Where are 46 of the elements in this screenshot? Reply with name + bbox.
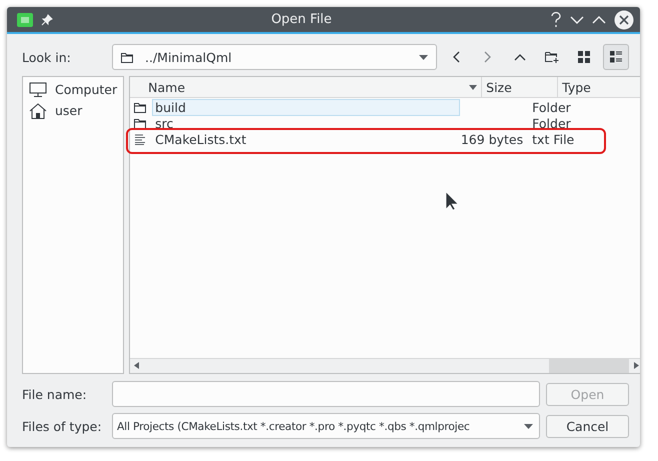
file-name-label: File name: xyxy=(22,386,88,402)
file-name: CMakeLists.txt xyxy=(154,130,248,148)
close-icon[interactable] xyxy=(614,10,634,30)
grid-icon xyxy=(578,51,590,63)
monitor-icon xyxy=(29,82,47,98)
file-row[interactable]: src Folder xyxy=(130,115,640,131)
file-type: txt File xyxy=(531,132,574,146)
horizontal-scrollbar[interactable] xyxy=(130,358,640,373)
file-row[interactable]: build Folder xyxy=(130,99,640,115)
file-size: 169 bytes xyxy=(460,132,524,146)
file-type: Folder xyxy=(531,100,571,114)
file-type-label: Files of type: xyxy=(22,418,103,434)
folder-icon xyxy=(134,102,146,112)
pin-icon[interactable] xyxy=(41,14,53,26)
file-name: build xyxy=(152,98,460,116)
scrollbar-thumb[interactable] xyxy=(549,359,630,373)
file-type: Folder xyxy=(531,116,571,130)
help-icon[interactable] xyxy=(550,12,562,28)
new-folder-icon xyxy=(545,51,559,63)
cancel-button[interactable]: Cancel xyxy=(546,414,629,438)
text-file-icon xyxy=(134,134,146,144)
minimize-icon[interactable] xyxy=(570,14,584,24)
dropdown-caret-icon xyxy=(524,424,533,428)
file-name-field[interactable] xyxy=(112,381,540,407)
back-icon xyxy=(452,51,460,63)
maximize-icon[interactable] xyxy=(592,14,606,24)
place-item[interactable]: Computer xyxy=(23,79,124,100)
detail-view-button[interactable] xyxy=(603,44,629,70)
app-icon xyxy=(17,12,33,26)
detail-list-icon xyxy=(610,51,622,63)
folder-icon xyxy=(121,52,133,62)
file-type-combo[interactable]: All Projects (CMakeLists.txt *.creator *.pro *.pyqtc *.qbs *.qmlprojec xyxy=(112,413,540,439)
mouse-cursor-icon xyxy=(446,192,458,210)
file-name: src xyxy=(154,114,174,132)
home-icon xyxy=(29,102,47,118)
file-row[interactable]: CMakeLists.txt 169 bytes txt File xyxy=(130,131,640,147)
dropdown-caret-icon xyxy=(419,54,428,60)
folder-icon xyxy=(134,118,146,128)
up-icon xyxy=(514,53,526,61)
sort-caret-icon xyxy=(469,84,478,90)
place-item[interactable]: user xyxy=(23,100,124,121)
look-in-label: Look in: xyxy=(22,50,72,64)
window-title: Open File xyxy=(270,12,333,27)
look-in-combo[interactable]: ../MinimalQml xyxy=(112,44,437,70)
forward-icon xyxy=(484,51,492,63)
file-type-value: All Projects (CMakeLists.txt *.creator *.pro *.pyqtc *.qbs *.qmlprojec xyxy=(117,420,471,432)
